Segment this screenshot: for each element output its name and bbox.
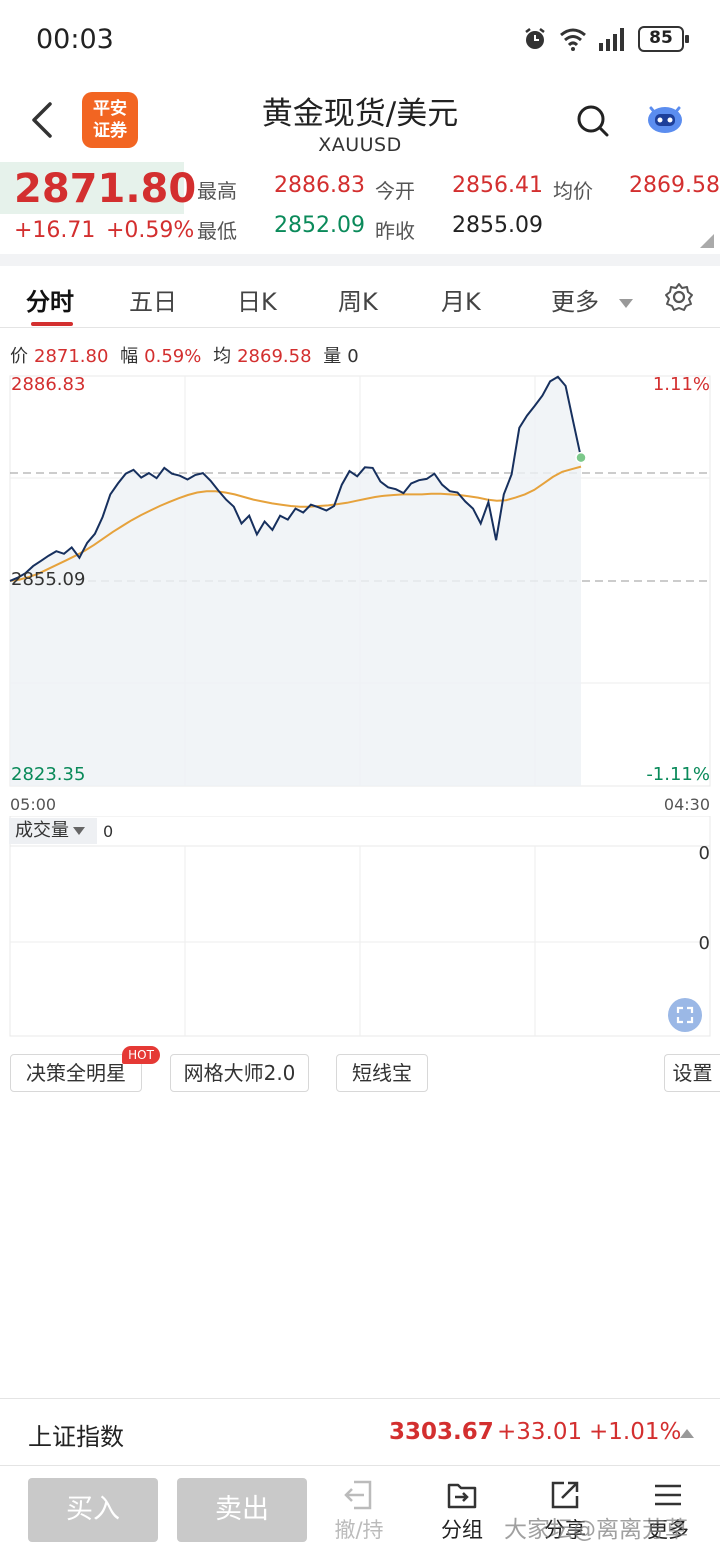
tab-more[interactable]: 更多 (551, 282, 633, 317)
info-avg: 2869.58 (237, 346, 312, 367)
info-vol-label: 量 (323, 346, 342, 367)
tab-more-label: 更多 (551, 288, 599, 316)
cancel-hold-button[interactable]: 撤/持 (324, 1478, 394, 1548)
buy-button[interactable]: 买入 (28, 1478, 158, 1542)
pct-axis-top-label: 1.11% (652, 374, 710, 395)
status-icons: 85 (522, 26, 689, 52)
fullscreen-icon (676, 1006, 694, 1024)
avg-value: 2869.58 (629, 173, 720, 198)
price-change-pct: +0.59% (106, 218, 195, 243)
tab-active-indicator (31, 322, 73, 326)
volume-value: 0 (103, 822, 114, 841)
chevron-down-icon (73, 827, 85, 835)
time-start-label: 05:00 (10, 795, 57, 814)
prev-close-value: 2855.09 (452, 213, 543, 238)
info-price: 2871.80 (34, 346, 109, 367)
menu-icon (655, 1484, 681, 1506)
tool-settings-button[interactable]: 设置 (664, 1054, 720, 1092)
section-divider (0, 254, 720, 266)
price-change: +16.71 (14, 218, 96, 243)
volume-axis-top: 0 (698, 843, 710, 864)
prev-close-label: 昨收 (375, 219, 415, 243)
low-label: 最低 (197, 219, 237, 243)
info-amp-label: 幅 (120, 346, 139, 367)
status-bar: 00:03 85 (0, 0, 720, 80)
tab-intraday[interactable]: 分时 (26, 282, 74, 317)
gear-icon[interactable] (664, 282, 694, 312)
low-value: 2852.09 (274, 213, 365, 238)
share-icon (551, 1481, 579, 1509)
y-axis-mid-label: 2855.09 (11, 569, 86, 590)
tab-daily-k[interactable]: 日K (237, 282, 277, 317)
tab-five-day[interactable]: 五日 (129, 282, 177, 317)
index-change: +33.01 (497, 1419, 583, 1445)
tool-grid-master-button[interactable]: 网格大师2.0 (170, 1054, 309, 1092)
last-price: 2871.80 (14, 166, 197, 212)
group-button[interactable]: 分组 (427, 1478, 497, 1548)
fullscreen-button[interactable] (668, 998, 702, 1032)
info-avg-label: 均 (213, 346, 232, 367)
time-end-label: 04:30 (663, 795, 710, 814)
index-change-pct: +1.01% (589, 1419, 682, 1445)
volume-axis-mid: 0 (698, 933, 710, 954)
y-axis-top-label: 2886.83 (11, 374, 86, 395)
open-label: 今开 (375, 179, 415, 203)
cancel-hold-label: 撤/持 (334, 1518, 384, 1542)
index-value: 3303.67 (389, 1419, 494, 1445)
info-price-label: 价 (10, 346, 28, 367)
sell-button[interactable]: 卖出 (177, 1478, 307, 1542)
signal-icon (599, 28, 624, 51)
high-value: 2886.83 (274, 173, 365, 198)
index-name: 上证指数 (28, 1423, 124, 1451)
page-title: 黄金现货/美元 (261, 96, 459, 132)
hot-badge: HOT (122, 1046, 160, 1064)
tool-short-line-button[interactable]: 短线宝 (336, 1054, 428, 1092)
cancel-order-icon (344, 1480, 372, 1510)
quote-panel: 2871.80 +16.71 +0.59% 最高 2886.83 今开 2856… (0, 162, 720, 254)
index-ticker-bar[interactable]: 上证指数 3303.67 +33.01 +1.01% (0, 1398, 720, 1466)
tab-monthly-k[interactable]: 月K (441, 282, 481, 317)
volume-label: 成交量 (15, 820, 69, 841)
intraday-chart-svg (9, 375, 711, 787)
alarm-icon (525, 28, 545, 49)
tab-weekly-k[interactable]: 周K (338, 282, 378, 317)
status-time: 00:03 (36, 24, 114, 55)
avg-label: 均价 (553, 179, 593, 203)
chart-tabs: 分时 五日 日K 周K 月K 更多 (0, 266, 720, 328)
chevron-down-icon (619, 298, 633, 308)
search-icon[interactable] (574, 102, 612, 140)
folder-icon (447, 1483, 477, 1509)
volume-indicator-select[interactable]: 成交量 (9, 818, 97, 844)
assistant-bot-icon[interactable] (642, 98, 688, 138)
pct-axis-bottom-label: -1.11% (646, 764, 710, 785)
chevron-up-icon[interactable] (680, 1429, 694, 1438)
info-vol: 0 (347, 346, 359, 367)
volume-chart[interactable] (0, 816, 720, 1038)
info-amp: 0.59% (144, 346, 202, 367)
watermark: 大家坛@离离芳草 (504, 1517, 688, 1543)
intraday-chart[interactable]: 2886.83 2855.09 2823.35 1.11% -1.11% (0, 370, 720, 790)
expand-corner-icon[interactable] (700, 234, 714, 248)
page-subtitle: XAUUSD (318, 134, 402, 156)
last-price-dot (575, 451, 587, 464)
high-label: 最高 (197, 179, 237, 203)
battery-icon: 85 (638, 26, 689, 52)
y-axis-bottom-label: 2823.35 (11, 764, 86, 785)
group-label: 分组 (441, 1518, 483, 1542)
open-value: 2856.41 (452, 173, 543, 198)
wifi-icon (560, 28, 586, 51)
price-area (10, 376, 581, 786)
chart-info-line: 价 2871.80 幅 0.59% 均 2869.58 量0 (10, 342, 365, 368)
header: 平安 证券 黄金现货/美元 XAUUSD (0, 80, 720, 162)
